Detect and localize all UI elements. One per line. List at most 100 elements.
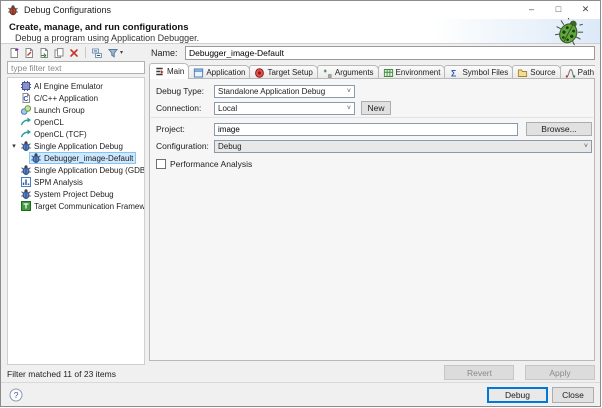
- svg-text:Σ: Σ: [451, 68, 457, 78]
- tab-symbol-files[interactable]: Σ Symbol Files: [444, 65, 513, 79]
- revert-button[interactable]: Revert: [444, 365, 514, 380]
- tree-item-ai-engine-emulator[interactable]: AI Engine Emulator: [8, 80, 144, 92]
- tree-item-c-c-application[interactable]: C C/C++ Application: [8, 92, 144, 104]
- symbol-files-tab-icon: Σ: [449, 67, 460, 78]
- tree-item-label: AI Engine Emulator: [34, 82, 103, 91]
- svg-text:?: ?: [14, 390, 19, 400]
- debug-config-icon: [30, 152, 42, 164]
- tree-item-label: Target Communication Framework: [34, 202, 145, 211]
- svg-text:C: C: [23, 96, 28, 103]
- spm-analysis-icon: [20, 176, 32, 188]
- connection-select[interactable]: Local ˅: [214, 102, 355, 115]
- configuration-select[interactable]: Debug ˅: [214, 140, 592, 153]
- duplicate-icon[interactable]: [52, 46, 66, 59]
- filter-input[interactable]: [7, 61, 145, 74]
- bug-icon: [7, 4, 19, 16]
- opencl-icon: [20, 128, 32, 140]
- chevron-down-icon: ˅: [347, 88, 351, 95]
- debug-button[interactable]: Debug: [487, 387, 548, 403]
- tree-item-spm-analysis[interactable]: SPM Analysis: [8, 176, 144, 188]
- tree-item-label: Single Application Debug (GDB): [34, 166, 145, 175]
- page-subtitle: Debug a program using Application Debugg…: [15, 33, 199, 43]
- debug-configurations-dialog: Debug Configurations – □ ✕ Create, manag…: [0, 0, 601, 407]
- close-button[interactable]: ✕: [572, 1, 599, 18]
- source-tab-icon: [517, 67, 528, 78]
- export-config-icon[interactable]: [37, 46, 51, 59]
- tree-item-debugger-image-default[interactable]: Debugger_image-Default: [8, 152, 144, 164]
- tab-main[interactable]: Main: [149, 63, 189, 79]
- tree-item-system-project-debug[interactable]: System Project Debug: [8, 188, 144, 200]
- tab-path-map[interactable]: Path Map: [560, 65, 595, 79]
- group-divider: [151, 117, 593, 118]
- tab-bar: Main Application Target Setup Arguments Envi…: [149, 63, 595, 79]
- tab-label: Main: [167, 67, 184, 76]
- filter-menu-caret-icon[interactable]: ▾: [120, 49, 123, 56]
- tree-item-target-communication-framework[interactable]: Target Communication Framework: [8, 200, 144, 212]
- new-config-icon[interactable]: [7, 46, 21, 59]
- tree-item-label: Single Application Debug: [34, 142, 123, 151]
- toolbar-separator: [82, 47, 86, 58]
- ladybug-icon: [554, 18, 584, 48]
- tab-label: Environment: [396, 68, 441, 77]
- application-tab-icon: [193, 67, 204, 78]
- tree-item-opencl-tcf[interactable]: OpenCL (TCF): [8, 128, 144, 140]
- expander-icon[interactable]: ▾: [9, 142, 19, 150]
- tab-label: Arguments: [335, 68, 374, 77]
- tab-main-content: Debug Type: Standalone Application Debug…: [149, 78, 595, 361]
- tab-label: Path Map: [578, 68, 595, 77]
- help-icon[interactable]: ?: [9, 388, 23, 402]
- path-map-tab-icon: [565, 67, 576, 78]
- configuration-detail-panel: Name: Main Application Target Setup Argumen…: [149, 46, 595, 380]
- tab-arguments[interactable]: Arguments: [317, 65, 379, 79]
- page-title: Create, manage, and run configurations: [9, 22, 188, 33]
- filter-status: Filter matched 11 of 23 items: [7, 369, 116, 379]
- performance-analysis-checkbox[interactable]: [156, 159, 166, 169]
- tree-item-label: SPM Analysis: [34, 178, 83, 187]
- environment-tab-icon: [383, 67, 394, 78]
- tree-item-single-application-debug[interactable]: ▾ Single Application Debug: [8, 140, 144, 152]
- debug-config-icon: [20, 164, 32, 176]
- collapse-all-icon[interactable]: [90, 46, 104, 59]
- tree-item-label: Debugger_image-Default: [44, 154, 133, 163]
- connection-label: Connection:: [156, 103, 214, 113]
- tree-item-single-application-debug-gdb[interactable]: Single Application Debug (GDB): [8, 164, 144, 176]
- close-dialog-button[interactable]: Close: [552, 387, 594, 403]
- browse-button[interactable]: Browse...: [526, 122, 592, 136]
- tree-item-opencl[interactable]: OpenCL: [8, 116, 144, 128]
- tab-label: Target Setup: [267, 68, 312, 77]
- name-label: Name:: [151, 48, 178, 58]
- debug-type-label: Debug Type:: [156, 86, 214, 96]
- debug-type-select[interactable]: Standalone Application Debug ˅: [214, 85, 355, 98]
- new-prototype-icon[interactable]: [22, 46, 36, 59]
- tab-label: Symbol Files: [462, 68, 508, 77]
- main-tab-icon: [154, 66, 165, 77]
- delete-icon[interactable]: [67, 46, 81, 59]
- minimize-button[interactable]: –: [518, 1, 545, 18]
- maximize-button[interactable]: □: [545, 1, 572, 18]
- name-input[interactable]: [185, 46, 595, 60]
- tab-source[interactable]: Source: [512, 65, 560, 79]
- new-connection-button[interactable]: New: [361, 101, 391, 115]
- filter-icon[interactable]: ▾: [105, 46, 125, 59]
- chevron-down-icon: ˅: [347, 105, 351, 112]
- title-bar[interactable]: Debug Configurations – □ ✕: [1, 1, 600, 19]
- tree-item-label: C/C++ Application: [34, 94, 98, 103]
- debug-config-icon: [20, 140, 32, 152]
- apply-button[interactable]: Apply: [525, 365, 595, 380]
- debug-config-icon: [20, 188, 32, 200]
- connection-value: Local: [218, 104, 344, 113]
- tab-label: Source: [530, 68, 555, 77]
- debug-type-value: Standalone Application Debug: [218, 87, 344, 96]
- tab-target-setup[interactable]: Target Setup: [249, 65, 317, 79]
- arguments-tab-icon: [322, 67, 333, 78]
- ai-engine-emulator-icon: [20, 80, 32, 92]
- launch-group-icon: [20, 104, 32, 116]
- tree-item-launch-group[interactable]: Launch Group: [8, 104, 144, 116]
- configuration-label: Configuration:: [156, 141, 214, 151]
- tab-environment[interactable]: Environment: [378, 65, 446, 79]
- tree-item-label: Launch Group: [34, 106, 85, 115]
- project-input[interactable]: [214, 123, 518, 136]
- tab-application[interactable]: Application: [188, 65, 250, 79]
- configurations-tree[interactable]: AI Engine Emulator C C/C++ Application Laun…: [7, 77, 145, 365]
- window-title: Debug Configurations: [24, 5, 111, 15]
